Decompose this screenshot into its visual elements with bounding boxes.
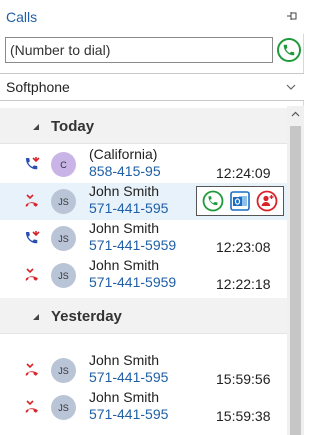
add-contact-icon — [256, 190, 278, 212]
contact-name: John Smith — [89, 257, 160, 273]
number-to-dial-input[interactable] — [5, 37, 273, 63]
contact-name: John Smith — [89, 220, 160, 236]
call-time: 12:22:18 — [216, 276, 271, 292]
incoming-call-icon — [26, 231, 40, 244]
missed-call-icon — [25, 194, 38, 207]
group-label: Yesterday — [51, 308, 122, 325]
contact-number[interactable]: 571-441-5959 — [89, 237, 176, 253]
phone-icon — [283, 44, 295, 56]
call-time: 15:59:38 — [216, 408, 271, 424]
missed-call-icon — [25, 268, 38, 281]
contact-name: (California) — [89, 146, 158, 162]
collapse-triangle-icon — [33, 124, 39, 130]
contact-name: John Smith — [89, 389, 160, 405]
call-time: 12:23:08 — [216, 239, 271, 255]
contact-name: John Smith — [89, 352, 160, 368]
call-row[interactable]: JS John Smith 571-441-5959 12:23:08 — [0, 220, 287, 257]
contact-number[interactable]: 571-441-595 — [89, 200, 168, 216]
row-actions — [196, 186, 284, 216]
avatar: JS — [51, 358, 76, 383]
avatar: JS — [51, 226, 76, 251]
collapse-triangle-icon — [33, 314, 39, 320]
vertical-scrollbar[interactable] — [287, 106, 304, 435]
outlook-icon — [230, 191, 250, 211]
call-back-button[interactable] — [201, 189, 225, 213]
dial-call-button[interactable] — [277, 38, 301, 62]
incoming-call-icon — [26, 157, 40, 170]
group-header-today[interactable]: Today — [0, 108, 287, 144]
call-row[interactable]: JS John Smith 571-441-595 — [0, 183, 287, 220]
contact-number[interactable]: 571-441-595 — [89, 406, 168, 422]
avatar: JS — [51, 189, 76, 214]
panel-title: Calls — [6, 9, 38, 25]
call-history-list: Today C (California) 858-415-95 12:24:09… — [0, 106, 304, 435]
phone-select-value: Softphone — [6, 79, 70, 95]
title-bar: Calls — [0, 0, 304, 34]
group-label: Today — [51, 118, 95, 135]
contact-number[interactable]: 571-441-5959 — [89, 274, 176, 290]
scroll-up-icon[interactable] — [291, 110, 300, 119]
call-row[interactable]: JS John Smith 571-441-595 15:59:56 — [0, 352, 287, 389]
avatar: JS — [51, 263, 76, 288]
add-contact-button[interactable] — [255, 189, 279, 213]
call-time: 15:59:56 — [216, 371, 271, 387]
phone-icon — [202, 190, 224, 212]
dial-row — [0, 37, 304, 67]
calls-panel: Calls Softphone Today — [0, 0, 304, 435]
call-row[interactable]: JS John Smith 571-441-595 15:59:38 — [0, 389, 287, 426]
avatar: JS — [51, 395, 76, 420]
contact-number[interactable]: 571-441-595 — [89, 369, 168, 385]
missed-call-icon — [25, 400, 38, 413]
contact-number[interactable]: 858-415-95 — [89, 163, 161, 179]
call-row[interactable]: C (California) 858-415-95 12:24:09 — [0, 146, 287, 183]
chevron-down-icon — [286, 84, 296, 90]
contact-name: John Smith — [89, 183, 160, 199]
call-time: 12:24:09 — [216, 165, 271, 181]
phone-select[interactable]: Softphone — [0, 73, 304, 101]
scrollbar-thumb[interactable] — [290, 126, 301, 435]
outlook-button[interactable] — [228, 189, 252, 213]
avatar: C — [51, 152, 76, 177]
call-row[interactable]: JS John Smith 571-441-5959 12:22:18 — [0, 257, 287, 294]
missed-call-icon — [25, 363, 38, 376]
pin-icon[interactable] — [286, 10, 298, 22]
group-header-yesterday[interactable]: Yesterday — [0, 298, 287, 334]
